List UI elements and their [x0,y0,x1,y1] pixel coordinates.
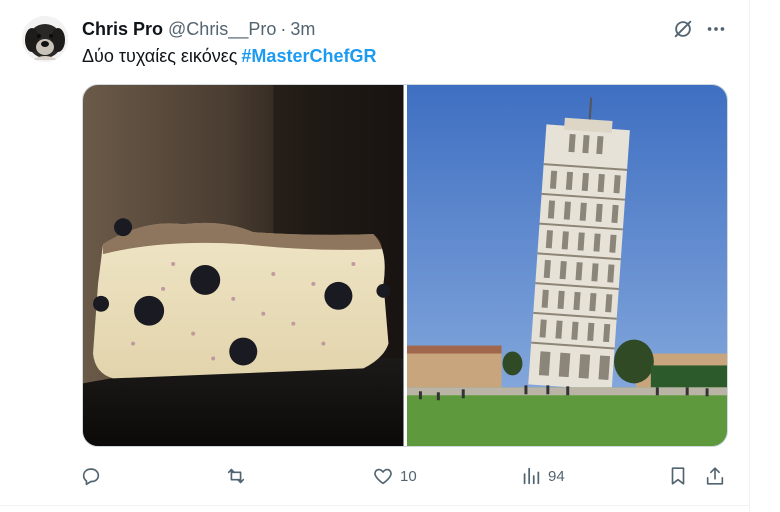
like-button[interactable]: 10 [372,462,417,490]
divider [0,505,750,506]
more-icon[interactable] [703,16,729,42]
bookmark-button[interactable] [667,462,689,490]
like-count: 10 [400,467,417,485]
retweet-icon [227,468,245,484]
bookmark-icon [671,467,685,485]
views-icon [523,467,540,485]
action-bar: 10 94 [80,462,730,490]
user-handle[interactable]: @Chris__Pro [168,18,276,40]
avatar[interactable] [22,16,68,62]
photo-leaning-tower[interactable] [406,85,727,446]
reply-button[interactable] [80,462,102,490]
like-icon [374,468,392,485]
hashtag-link[interactable]: #MasterChefGR [241,46,376,66]
retweet-button[interactable] [225,462,247,490]
display-name[interactable]: Chris Pro [82,18,163,40]
media-grid [82,84,728,447]
tweet-text: Δύο τυχαίες εικόνες #MasterChefGR [82,45,376,67]
photo-cake[interactable] [83,85,404,446]
views-count: 94 [548,467,565,485]
separator-dot: · [280,19,287,39]
reply-icon [82,468,100,486]
grok-icon[interactable] [670,16,696,42]
tweet-header: Chris Pro @Chris__Pro · 3m [82,18,315,40]
views-button[interactable]: 94 [520,462,565,490]
timestamp[interactable]: 3m [290,18,315,40]
share-button[interactable] [704,462,726,490]
tweet-body: Δύο τυχαίες εικόνες [82,46,238,66]
share-icon [706,467,724,485]
